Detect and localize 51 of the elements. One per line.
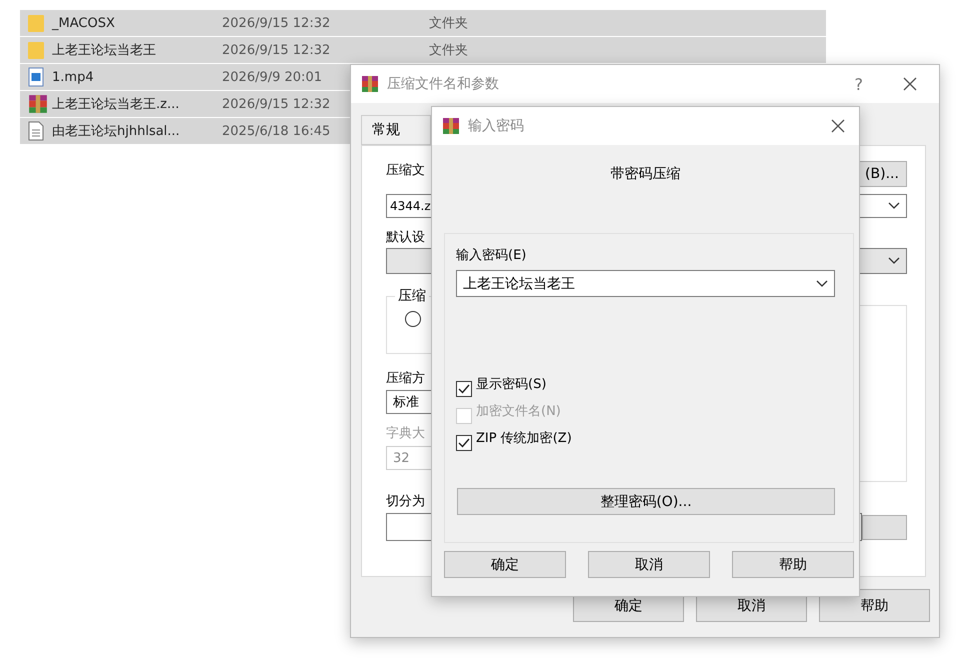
checkbox-label: ZIP 传统加密(Z): [476, 430, 572, 447]
file-name: 1.mp4: [52, 70, 95, 84]
browse-button[interactable]: (B)...: [857, 161, 907, 187]
file-date: 2025/6/18 16:45: [222, 124, 330, 138]
dialog-button[interactable]: 帮助: [732, 551, 854, 578]
help-button[interactable]: ?: [854, 74, 863, 94]
checkbox[interactable]: [456, 434, 472, 450]
file-type: 文件夹: [429, 15, 468, 32]
chevron-down-icon: [888, 257, 900, 265]
dialog-heading: 带密码压缩: [610, 165, 682, 183]
password-label: 输入密码(E): [456, 247, 526, 264]
file-date: 2026/9/15 12:32: [222, 16, 330, 30]
close-icon[interactable]: [831, 119, 845, 133]
dialog-button[interactable]: 帮助: [819, 589, 930, 622]
file-row[interactable]: _MACOSX 2026/9/15 12:32 文件夹: [20, 10, 826, 36]
file-name: _MACOSX: [52, 16, 116, 30]
file-date: 2026/9/15 12:32: [222, 42, 330, 58]
file-name: 由老王论坛hjhhlsal...: [52, 123, 181, 140]
organize-button[interactable]: 整理密码(O)...: [457, 488, 835, 515]
chevron-down-icon: [888, 202, 900, 210]
chevron-down-icon: [816, 280, 828, 288]
close-icon[interactable]: [903, 77, 917, 91]
dictionary-label: 字典大: [386, 425, 425, 442]
checkbox[interactable]: [456, 380, 472, 396]
archive-icon: [361, 75, 379, 93]
file-row[interactable]: 上老王论坛当老王 2026/9/15 12:32 文件夹: [20, 37, 826, 63]
text-file-icon: [28, 121, 44, 141]
window-title: 压缩文件名和参数: [387, 75, 500, 93]
folder-icon: [28, 40, 44, 60]
folder-icon: [28, 13, 44, 33]
archive-icon: [28, 94, 48, 114]
dialog-button[interactable]: 取消: [588, 551, 710, 578]
file-name: 上老王论坛当老王: [52, 42, 157, 59]
file-date: 2026/9/15 12:32: [222, 96, 330, 112]
file-type: 文件夹: [429, 42, 468, 59]
archive-icon: [442, 117, 460, 135]
radio-button[interactable]: [405, 311, 421, 327]
file-name: 上老王论坛当老王.z...: [52, 96, 180, 113]
tab[interactable]: 常规: [361, 115, 431, 145]
checkbox-label: 加密文件名(N): [476, 403, 561, 420]
password-field[interactable]: 上老王论坛当老王: [456, 270, 835, 297]
dialog-button[interactable]: 确定: [444, 551, 566, 578]
split-label: 切分为: [386, 493, 425, 510]
video-file-icon: [28, 67, 44, 87]
group-label: 压缩: [395, 287, 429, 305]
checkbox-label: 显示密码(S): [476, 376, 546, 393]
profile-label: 默认设: [386, 229, 425, 246]
method-label: 压缩方: [386, 370, 425, 387]
archive-name-label: 压缩文: [386, 162, 425, 179]
file-date: 2026/9/9 20:01: [222, 70, 322, 84]
dialog-title: 输入密码: [468, 117, 525, 135]
